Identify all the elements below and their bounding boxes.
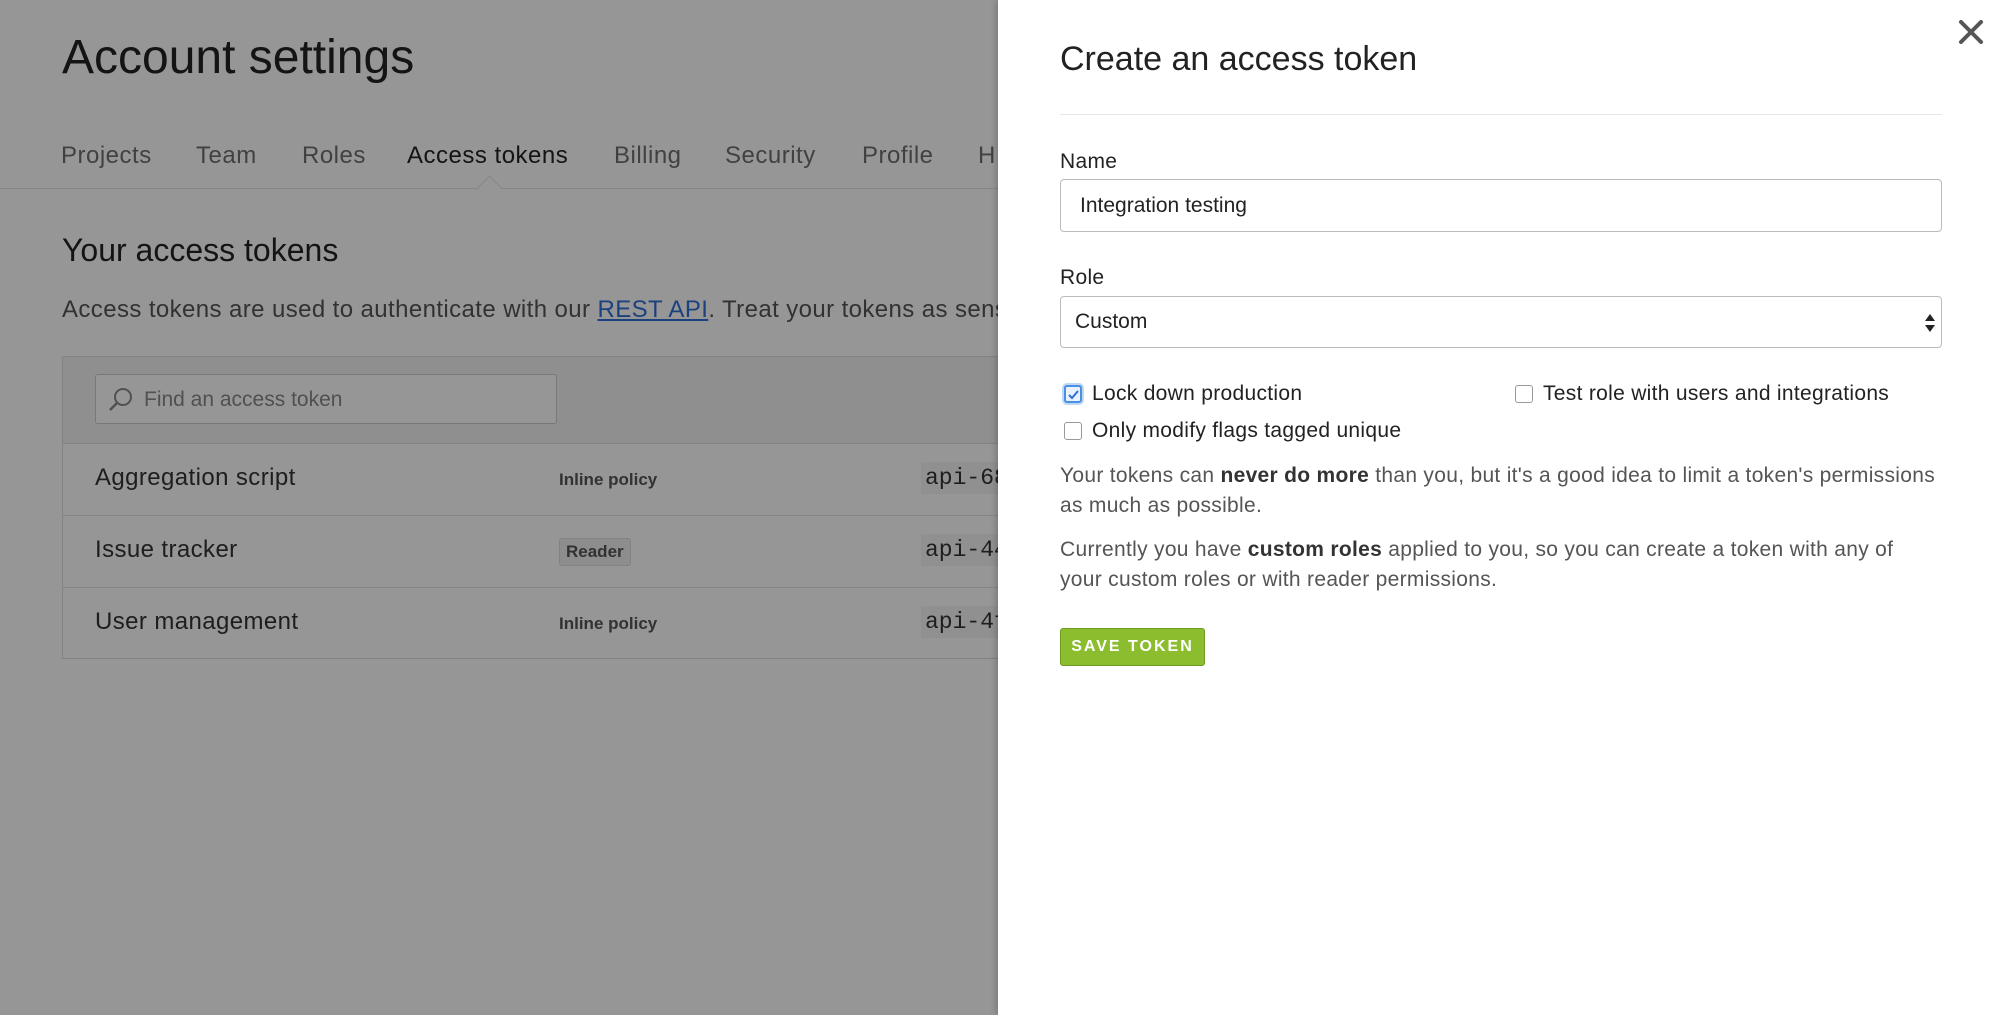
checkmark-icon [1067,388,1080,401]
note-emphasis: custom roles [1248,538,1382,561]
checkbox-unchecked[interactable] [1515,385,1533,403]
role-label: Role [1060,266,1104,290]
close-icon [1953,14,1989,50]
note-text: Your tokens can [1060,464,1220,487]
panel-divider [1060,114,1942,115]
role-select[interactable]: Custom [1060,296,1942,348]
checkbox-label: Test role with users and integrations [1543,382,1889,406]
checkbox-unchecked[interactable] [1064,422,1082,440]
name-field[interactable] [1060,179,1942,232]
save-token-button[interactable]: SAVE TOKEN [1060,628,1205,666]
checkbox-only-modify-flags[interactable]: Only modify flags tagged unique [1064,419,1401,443]
create-token-panel: Create an access token Name Role Custom … [998,0,2000,1015]
custom-roles-note: Currently you have custom roles applied … [1060,535,1940,595]
name-label: Name [1060,150,1117,174]
panel-title: Create an access token [1060,40,1417,79]
checkbox-label: Lock down production [1092,382,1302,406]
checkbox-test-role[interactable]: Test role with users and integrations [1515,382,1889,406]
note-emphasis: never do more [1220,464,1369,487]
checkbox-checked[interactable] [1064,385,1082,403]
note-text: Currently you have [1060,538,1248,561]
close-button[interactable] [1953,14,1989,50]
role-select-value: Custom [1075,310,1147,334]
select-arrows-icon [1923,311,1937,335]
permissions-note: Your tokens can never do more than you, … [1060,461,1940,521]
checkbox-lock-down-production[interactable]: Lock down production [1064,382,1302,406]
modal-overlay[interactable] [0,0,998,1015]
checkbox-label: Only modify flags tagged unique [1092,419,1401,443]
